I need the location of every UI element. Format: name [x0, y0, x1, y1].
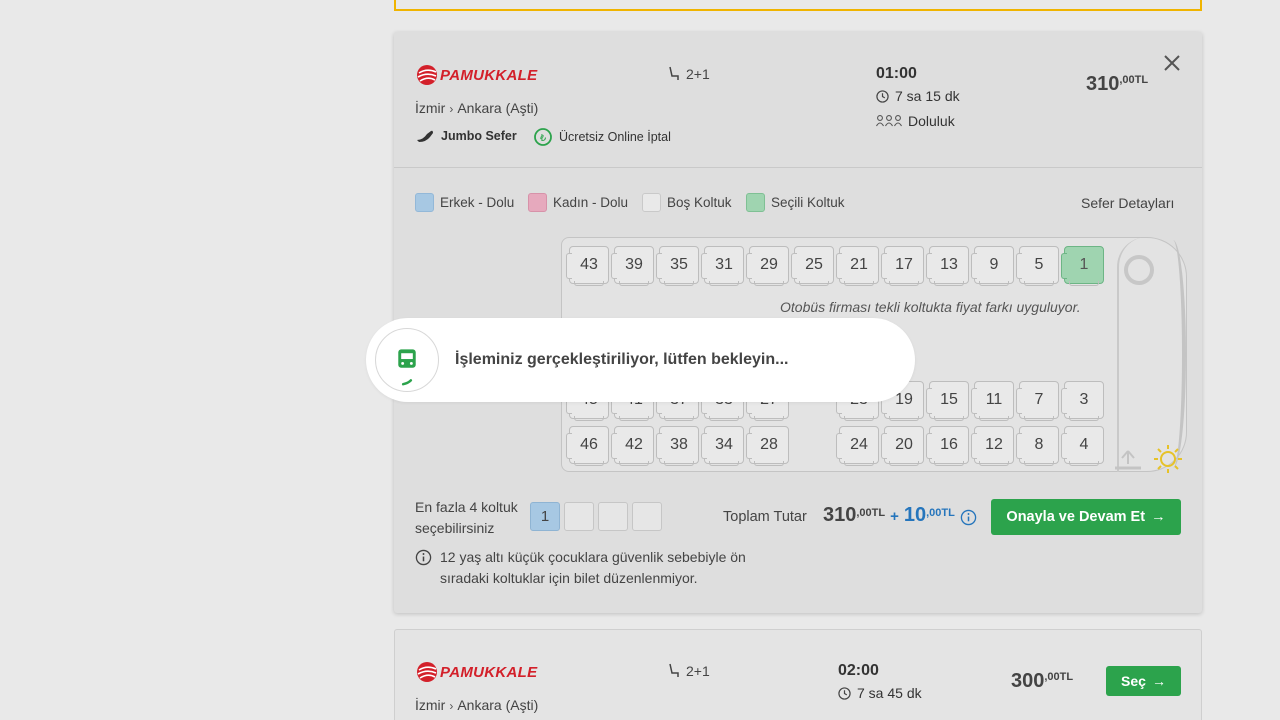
seat-12[interactable]: 12	[971, 426, 1014, 466]
select-trip-button[interactable]: Seç →	[1106, 666, 1181, 696]
trip-price: 300,00TL	[1011, 670, 1074, 692]
seat-46[interactable]: 46	[566, 426, 609, 466]
door-icon	[1115, 450, 1141, 470]
company-logo: PAMUKKALE	[416, 661, 537, 683]
route-from: İzmir	[415, 100, 446, 116]
bus-icon	[398, 349, 416, 386]
total-label: Toplam Tutar	[723, 509, 807, 525]
seat-34[interactable]: 34	[701, 426, 744, 466]
pamukkale-logo-icon	[417, 662, 437, 682]
people-icon	[876, 115, 902, 127]
seat-43[interactable]: 43	[566, 246, 609, 286]
seat-42[interactable]: 42	[611, 426, 654, 466]
seat-25[interactable]: 25	[791, 246, 834, 286]
route: İzmir › Ankara (Aşti)	[415, 100, 538, 116]
close-icon[interactable]	[1162, 53, 1182, 73]
occupancy[interactable]: Doluluk	[876, 113, 955, 129]
seat-31[interactable]: 31	[701, 246, 744, 286]
legend-swatch	[528, 193, 547, 212]
trip-price: 310,00TL	[1086, 73, 1149, 95]
confirm-continue-button[interactable]: Onayla ve Devam Et →	[991, 499, 1181, 535]
legend-swatch	[642, 193, 661, 212]
jumbo-tag: Jumbo Sefer	[415, 128, 517, 144]
company-name: PAMUKKALE	[440, 663, 538, 681]
max-seat-label: En fazla 4 koltuk seçebilirsiniz	[415, 499, 518, 536]
info-icon[interactable]	[960, 509, 977, 526]
legend-swatch	[746, 193, 765, 212]
seat-17[interactable]: 17	[881, 246, 924, 286]
trip-details-link[interactable]: Sefer Detayları	[1081, 195, 1174, 211]
seat-21[interactable]: 21	[836, 246, 879, 286]
seat-recline-icon	[417, 130, 433, 142]
empty-seat-slot	[598, 502, 628, 531]
route-to: Ankara (Aşti)	[457, 100, 539, 116]
arrow-right-icon: →	[1151, 673, 1166, 689]
total-amount: 310,00TL + 10,00TL	[823, 504, 955, 526]
info-icon	[415, 549, 432, 566]
seat-9[interactable]: 9	[971, 246, 1014, 286]
seat-24[interactable]: 24	[836, 426, 879, 466]
seat-1[interactable]: 1	[1061, 246, 1104, 286]
seat-29[interactable]: 29	[746, 246, 789, 286]
seat-28[interactable]: 28	[746, 426, 789, 466]
legend-empty: Boş Koltuk	[642, 193, 732, 212]
duration: 7 sa 45 dk	[838, 685, 922, 701]
seat-4[interactable]: 4	[1061, 426, 1104, 466]
seat-13[interactable]: 13	[926, 246, 969, 286]
seat-11[interactable]: 11	[971, 381, 1014, 421]
seat-39[interactable]: 39	[611, 246, 654, 286]
single-seat-note: Otobüs firması tekli koltukta fiyat fark…	[780, 299, 1081, 315]
legend-male: Erkek - Dolu	[415, 193, 514, 212]
chevron-right-icon: ›	[449, 699, 454, 713]
seat-8[interactable]: 8	[1016, 426, 1059, 466]
refund-icon: ₺	[534, 128, 552, 146]
seat-3[interactable]: 3	[1061, 381, 1104, 421]
pamukkale-logo-icon	[417, 65, 437, 85]
steering-wheel-icon	[1124, 255, 1154, 285]
company-name: PAMUKKALE	[440, 66, 538, 84]
seat-16[interactable]: 16	[926, 426, 969, 466]
divider	[394, 167, 1202, 168]
seat-20[interactable]: 20	[881, 426, 924, 466]
seat-15[interactable]: 15	[926, 381, 969, 421]
seat-icon	[669, 66, 679, 80]
clock-icon	[876, 89, 889, 103]
loading-modal: İşleminiz gerçekleştiriliyor, lütfen bek…	[366, 318, 915, 402]
legend-swatch	[415, 193, 434, 212]
route: İzmir › Ankara (Aşti)	[415, 697, 539, 713]
previous-trip-card	[394, 0, 1202, 11]
empty-seat-slot	[564, 502, 594, 531]
seat-icon	[669, 663, 679, 677]
svg-text:₺: ₺	[540, 133, 547, 144]
selected-seat-slot: 1	[530, 502, 560, 531]
child-warning: 12 yaş altı küçük çocuklara güvenlik seb…	[415, 547, 780, 589]
duration: 7 sa 15 dk	[876, 88, 960, 104]
seat-layout: 2+1	[668, 66, 710, 82]
departure-time: 02:00	[838, 662, 879, 679]
chevron-right-icon: ›	[449, 102, 454, 116]
seat-38[interactable]: 38	[656, 426, 699, 466]
seat-layout: 2+1	[668, 663, 710, 679]
seat-35[interactable]: 35	[656, 246, 699, 286]
seat-5[interactable]: 5	[1016, 246, 1059, 286]
seat-7[interactable]: 7	[1016, 381, 1059, 421]
legend-female: Kadın - Dolu	[528, 193, 628, 212]
free-cancel-tag: ₺ Ücretsiz Online İptal	[533, 127, 671, 147]
loading-spinner	[375, 328, 439, 392]
bus-windshield	[1160, 240, 1186, 468]
loading-message: İşleminiz gerçekleştiriliyor, lütfen bek…	[455, 351, 789, 368]
company-logo: PAMUKKALE	[416, 64, 537, 86]
arrow-right-icon: →	[1151, 509, 1166, 525]
legend-selected: Seçili Koltuk	[746, 193, 845, 212]
empty-seat-slot	[632, 502, 662, 531]
clock-icon	[838, 686, 851, 700]
departure-time: 01:00	[876, 65, 917, 82]
sun-icon	[1154, 445, 1182, 473]
